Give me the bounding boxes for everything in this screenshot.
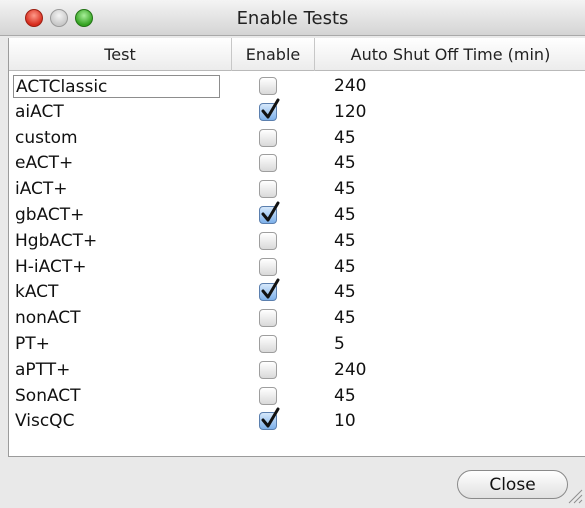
test-name-cell[interactable]: HgbACT+: [13, 230, 97, 253]
table-body: ACTClassic 240 aiACT 120 custom 45 eACT+ 45 iACT…: [9, 74, 585, 435]
table-row[interactable]: eACT+ 45: [9, 151, 585, 177]
table-row[interactable]: custom 45: [9, 126, 585, 152]
auto-shut-off-time-cell[interactable]: 5: [334, 333, 345, 356]
test-name-cell[interactable]: PT+: [13, 333, 50, 356]
enable-checkbox[interactable]: [259, 360, 277, 379]
enable-checkbox[interactable]: [259, 309, 277, 328]
enable-checkbox[interactable]: [259, 180, 277, 199]
auto-shut-off-time-cell[interactable]: 45: [334, 385, 356, 408]
window-title: Enable Tests: [236, 8, 349, 29]
enable-checkbox[interactable]: [259, 154, 277, 173]
table-row[interactable]: SonACT 45: [9, 384, 585, 410]
test-name-cell[interactable]: eACT+: [13, 152, 73, 175]
test-name-cell[interactable]: iACT+: [13, 178, 68, 201]
checkmark-icon: [261, 407, 280, 428]
enable-checkbox[interactable]: [259, 201, 280, 224]
test-name-cell[interactable]: ViscQC: [13, 410, 74, 433]
table-row[interactable]: iACT+ 45: [9, 177, 585, 203]
auto-shut-off-time-cell[interactable]: 10: [334, 410, 356, 433]
title-bar[interactable]: Enable Tests: [0, 0, 585, 36]
test-name-edit-field[interactable]: ACTClassic: [13, 75, 220, 98]
checkmark-icon: [261, 98, 280, 119]
auto-shut-off-time-cell[interactable]: 120: [334, 101, 366, 124]
test-name-cell[interactable]: H-iACT+: [13, 256, 86, 279]
test-name-cell[interactable]: aPTT+: [13, 359, 70, 382]
checkmark-icon: [261, 201, 280, 222]
column-header-enable[interactable]: Enable: [232, 38, 315, 71]
column-header-auto-shut-off-time[interactable]: Auto Shut Off Time (min): [315, 38, 585, 71]
table-header: Test Enable Auto Shut Off Time (min): [9, 38, 585, 71]
auto-shut-off-time-cell[interactable]: 240: [334, 75, 366, 98]
enable-tests-window: Enable Tests Test Enable Auto Shut Off T…: [0, 0, 585, 508]
test-name-cell[interactable]: gbACT+: [13, 204, 84, 227]
test-name-cell[interactable]: kACT: [13, 281, 58, 304]
test-name-cell[interactable]: aiACT: [13, 101, 64, 124]
auto-shut-off-time-cell[interactable]: 45: [334, 307, 356, 330]
enable-checkbox[interactable]: [259, 407, 280, 431]
table-row[interactable]: nonACT 45: [9, 306, 585, 332]
auto-shut-off-time-cell[interactable]: 45: [334, 204, 356, 227]
auto-shut-off-time-cell[interactable]: 45: [334, 127, 356, 150]
auto-shut-off-time-cell[interactable]: 45: [334, 256, 356, 279]
enable-checkbox[interactable]: [259, 128, 277, 147]
table-row[interactable]: gbACT+ 45: [9, 201, 585, 229]
table-row[interactable]: PT+ 5: [9, 332, 585, 358]
enable-checkbox[interactable]: [259, 77, 277, 95]
table-row[interactable]: ACTClassic 240: [9, 74, 585, 100]
enable-checkbox[interactable]: [259, 334, 277, 353]
enable-checkbox[interactable]: [259, 231, 277, 250]
enable-checkbox[interactable]: [259, 257, 277, 276]
table-row[interactable]: H-iACT+ 45: [9, 255, 585, 281]
auto-shut-off-time-cell[interactable]: 45: [334, 178, 356, 201]
table-row[interactable]: HgbACT+ 45: [9, 229, 585, 255]
test-name-cell[interactable]: custom: [13, 127, 78, 150]
auto-shut-off-time-cell[interactable]: 45: [334, 152, 356, 175]
table-row[interactable]: aPTT+ 240: [9, 358, 585, 384]
column-header-test[interactable]: Test: [9, 38, 232, 71]
auto-shut-off-time-cell[interactable]: 45: [334, 281, 356, 304]
auto-shut-off-time-cell[interactable]: 45: [334, 230, 356, 253]
table-row[interactable]: aiACT 120: [9, 98, 585, 126]
table-row[interactable]: kACT 45: [9, 278, 585, 306]
tests-table: Test Enable Auto Shut Off Time (min) ACT…: [8, 38, 585, 457]
checkmark-icon: [261, 278, 280, 299]
table-row[interactable]: ViscQC 10: [9, 407, 585, 435]
enable-checkbox[interactable]: [259, 386, 277, 405]
enable-checkbox[interactable]: [259, 98, 280, 121]
test-name-cell[interactable]: nonACT: [13, 307, 81, 330]
close-button[interactable]: Close: [457, 470, 568, 499]
test-name-cell[interactable]: SonACT: [13, 385, 81, 408]
resize-grip-icon[interactable]: [565, 486, 583, 504]
enable-checkbox[interactable]: [259, 278, 280, 302]
auto-shut-off-time-cell[interactable]: 240: [334, 359, 366, 382]
